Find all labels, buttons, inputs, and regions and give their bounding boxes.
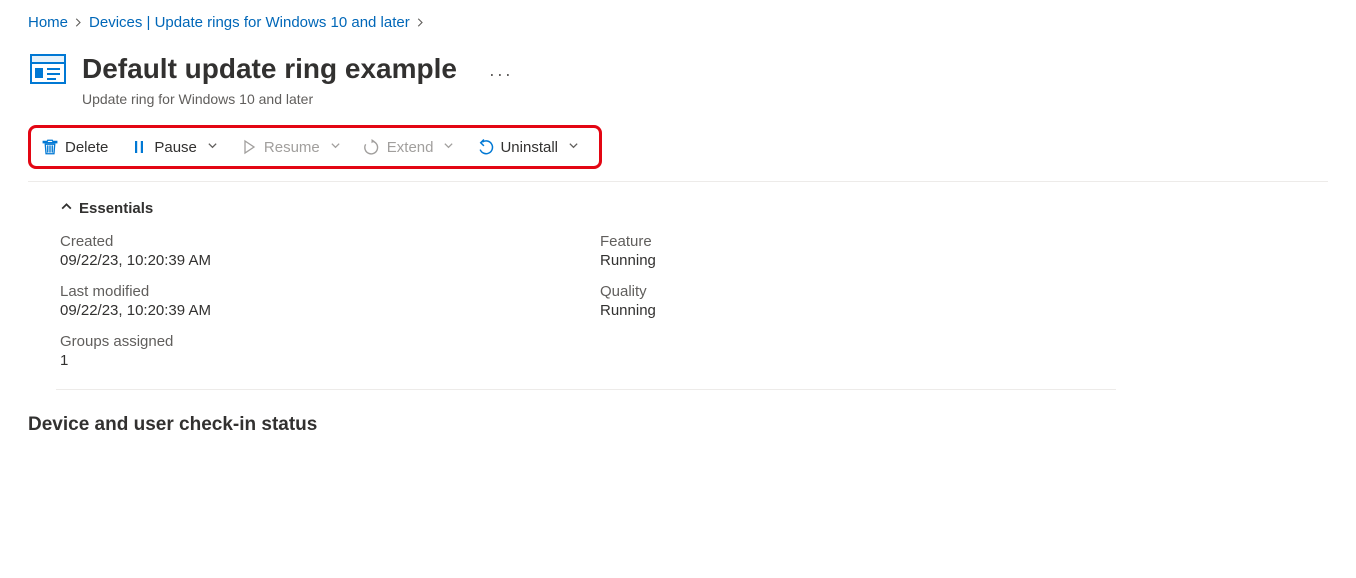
- essentials-right-column: Feature Running Quality Running: [600, 233, 1080, 383]
- pause-button[interactable]: Pause: [128, 134, 220, 160]
- created-label: Created: [60, 233, 540, 250]
- play-icon: [240, 138, 258, 156]
- command-bar: Delete Pause Resume Extend Uninstall: [28, 125, 602, 169]
- chevron-down-icon: [207, 140, 218, 154]
- created-value: 09/22/23, 10:20:39 AM: [60, 252, 540, 269]
- last-modified-value: 09/22/23, 10:20:39 AM: [60, 302, 540, 319]
- page-subtitle: Update ring for Windows 10 and later: [82, 91, 1328, 107]
- trash-icon: [41, 138, 59, 156]
- more-actions-button[interactable]: ···: [489, 64, 513, 85]
- groups-assigned-label: Groups assigned: [60, 333, 540, 350]
- chevron-down-icon: [568, 140, 579, 154]
- chevron-right-icon: [74, 16, 83, 30]
- essentials-left-column: Created 09/22/23, 10:20:39 AM Last modif…: [60, 233, 540, 383]
- quality-value: Running: [600, 302, 1080, 319]
- extend-button: Extend: [361, 134, 457, 160]
- extend-label: Extend: [387, 139, 434, 156]
- pause-icon: [130, 138, 148, 156]
- groups-assigned-value: 1: [60, 352, 540, 369]
- last-modified-label: Last modified: [60, 283, 540, 300]
- essentials-toggle[interactable]: Essentials: [60, 200, 1328, 217]
- pause-label: Pause: [154, 139, 197, 156]
- breadcrumb-devices[interactable]: Devices | Update rings for Windows 10 an…: [89, 14, 410, 31]
- resume-label: Resume: [264, 139, 320, 156]
- divider: [56, 389, 1116, 390]
- chevron-up-icon: [60, 200, 73, 217]
- page-header: Default update ring example ···: [28, 49, 1328, 89]
- quality-label: Quality: [600, 283, 1080, 300]
- undo-icon: [476, 138, 494, 156]
- breadcrumb: Home Devices | Update rings for Windows …: [28, 14, 1328, 31]
- uninstall-button[interactable]: Uninstall: [474, 134, 581, 160]
- divider: [28, 181, 1328, 182]
- delete-button[interactable]: Delete: [39, 134, 110, 160]
- update-ring-icon: [28, 49, 68, 89]
- resume-button: Resume: [238, 134, 343, 160]
- page-title: Default update ring example: [82, 53, 457, 85]
- breadcrumb-home[interactable]: Home: [28, 14, 68, 31]
- feature-value: Running: [600, 252, 1080, 269]
- refresh-icon: [363, 138, 381, 156]
- uninstall-label: Uninstall: [500, 139, 558, 156]
- chevron-down-icon: [330, 140, 341, 154]
- checkin-status-heading: Device and user check-in status: [28, 414, 1328, 436]
- essentials-panel: Essentials Created 09/22/23, 10:20:39 AM…: [60, 200, 1328, 383]
- feature-label: Feature: [600, 233, 1080, 250]
- delete-label: Delete: [65, 139, 108, 156]
- chevron-down-icon: [443, 140, 454, 154]
- essentials-title: Essentials: [79, 200, 153, 217]
- chevron-right-icon: [416, 16, 425, 30]
